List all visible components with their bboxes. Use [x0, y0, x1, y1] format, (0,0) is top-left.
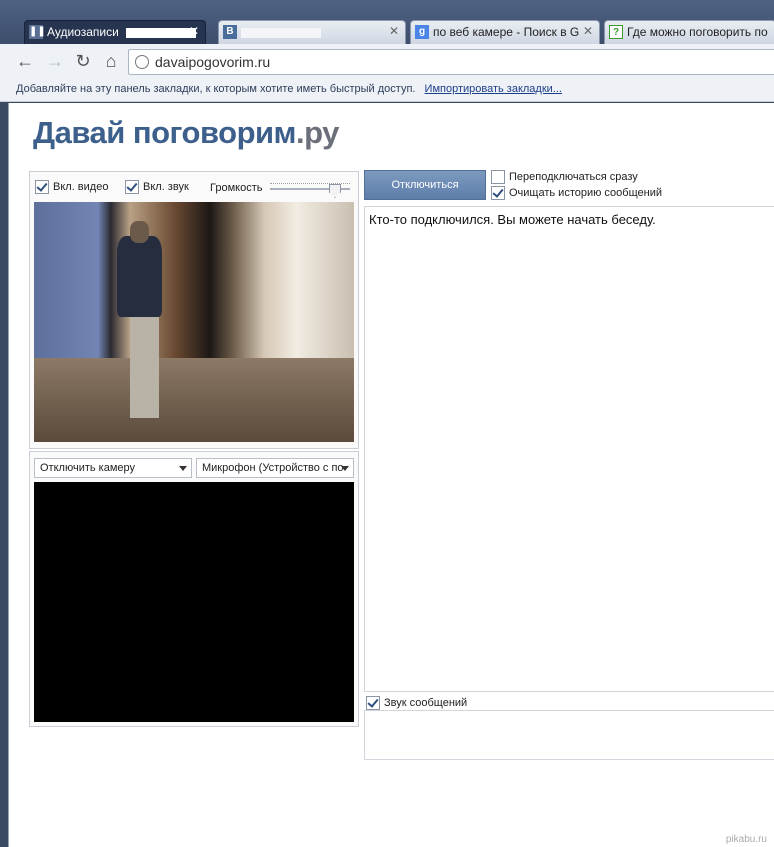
tab-title: Аудиозаписи — [47, 25, 119, 39]
back-icon[interactable]: ← — [14, 51, 36, 72]
video-toggle-label: Вкл. видео — [53, 180, 109, 193]
video-person-body — [117, 235, 162, 318]
chevron-down-icon — [179, 466, 187, 471]
message-sound-label: Звук сообщений — [384, 696, 468, 709]
local-video — [34, 482, 354, 722]
sound-checkbox[interactable] — [125, 180, 139, 194]
reconnect-toggle[interactable]: Переподключаться сразу — [491, 170, 638, 184]
video-toggle[interactable]: Вкл. видео — [35, 180, 108, 194]
logo-tld: .ру — [296, 115, 339, 150]
browser-toolbar: ← → ↻ ⌂ davaipogovorim.ru — [0, 44, 774, 81]
local-camera-panel: Отключить камеру Микрофон (Устройство с … — [29, 451, 359, 727]
vk-icon: В — [223, 25, 237, 39]
url-text: davaipogovorim.ru — [155, 54, 271, 70]
forward-icon[interactable]: → — [44, 51, 66, 72]
remote-video — [34, 202, 354, 442]
site-logo[interactable]: Давай поговорим.ру — [33, 115, 339, 151]
pause-icon: ❚❚ — [29, 25, 46, 39]
video-floor — [34, 358, 354, 442]
tab-google-search[interactable]: g по веб камере - Поиск в G ✕ — [410, 20, 600, 44]
globe-icon — [135, 55, 149, 69]
disconnect-button[interactable]: Отключиться — [364, 170, 486, 200]
address-bar[interactable]: davaipogovorim.ru — [128, 49, 774, 75]
sound-toggle-label: Вкл. звук — [143, 180, 189, 193]
video-checkbox[interactable] — [35, 180, 49, 194]
camera-select[interactable]: Отключить камеру — [34, 458, 192, 478]
microphone-select[interactable]: Микрофон (Устройство с по — [196, 458, 354, 478]
tab-question[interactable]: ? Где можно поговорить по — [604, 20, 774, 44]
question-icon: ? — [609, 25, 623, 39]
chat-log: Кто-то подключился. Вы можете начать бес… — [364, 206, 774, 692]
volume-label: Громкость — [210, 182, 263, 194]
tab-title: Где можно поговорить по — [627, 25, 768, 39]
video-person-head — [130, 221, 150, 243]
redaction-mark — [126, 27, 197, 38]
camera-select-value: Отключить камеру — [40, 462, 136, 474]
clear-history-toggle[interactable]: Очищать историю сообщений — [491, 186, 662, 200]
close-icon[interactable]: ✕ — [389, 24, 399, 38]
close-icon[interactable]: ✕ — [583, 24, 593, 38]
close-icon[interactable]: ✕ — [189, 24, 199, 38]
import-bookmarks-link[interactable]: Импортировать закладки... — [425, 83, 562, 95]
tab-vk[interactable]: В ✕ — [218, 20, 406, 44]
microphone-select-value: Микрофон (Устройство с по — [202, 462, 344, 474]
bookmarks-bar: Добавляйте на эту панель закладки, к кот… — [0, 80, 774, 102]
remote-video-panel: Вкл. видео Вкл. звук Громкость — [29, 171, 359, 449]
redaction-mark — [241, 27, 321, 38]
home-icon[interactable]: ⌂ — [100, 51, 122, 72]
reconnect-checkbox[interactable] — [491, 170, 505, 184]
tab-audio[interactable]: ❚❚ Аудиозаписи ✕ — [24, 20, 206, 44]
clear-history-label: Очищать историю сообщений — [509, 186, 662, 199]
page: Давай поговорим.ру Вкл. видео Вкл. звук … — [8, 103, 774, 847]
reload-icon[interactable]: ↻ — [72, 51, 94, 72]
bookmarks-hint: Добавляйте на эту панель закладки, к кот… — [16, 83, 416, 95]
clear-history-checkbox[interactable] — [491, 186, 505, 200]
video-person-legs — [130, 312, 159, 418]
reconnect-label: Переподключаться сразу — [509, 170, 638, 183]
message-sound-toggle[interactable]: Звук сообщений — [366, 696, 467, 710]
sound-toggle[interactable]: Вкл. звук — [125, 180, 189, 194]
chevron-down-icon — [341, 466, 349, 471]
watermark: pikabu.ru — [725, 834, 767, 845]
message-sound-checkbox[interactable] — [366, 696, 380, 710]
volume-slider-thumb[interactable] — [329, 184, 341, 198]
tab-title: по веб камере - Поиск в G — [433, 25, 580, 39]
tab-bar: ❚❚ Аудиозаписи ✕ В ✕ g по веб камере - П… — [0, 0, 774, 44]
google-icon: g — [415, 25, 429, 39]
logo-main: Давай поговорим — [33, 115, 297, 150]
system-message: Кто-то подключился. Вы можете начать бес… — [369, 212, 656, 227]
message-input[interactable] — [364, 710, 774, 760]
